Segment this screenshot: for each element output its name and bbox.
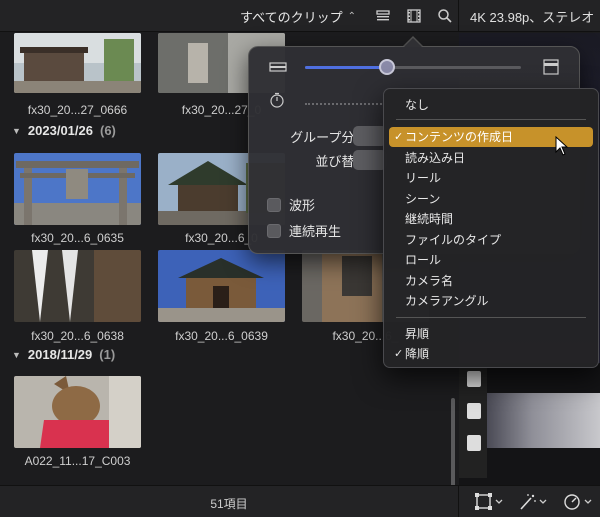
menu-item[interactable]: 継続時間 bbox=[389, 209, 593, 229]
menu-item-label: 継続時間 bbox=[405, 212, 454, 226]
sprocket bbox=[467, 435, 481, 451]
clip-size-slider-fill bbox=[305, 66, 387, 69]
toolbar-divider bbox=[458, 486, 459, 517]
speed-icon[interactable] bbox=[563, 493, 599, 511]
menu-item-label: カメラアングル bbox=[405, 294, 489, 308]
menu-item-label: ファイルのタイプ bbox=[405, 233, 502, 247]
menu-item-label: ロール bbox=[405, 253, 442, 267]
menu-item[interactable]: ロール bbox=[389, 250, 593, 270]
clip-thumbnail[interactable] bbox=[14, 376, 141, 448]
popover-arrow-inner bbox=[404, 38, 422, 47]
menu-item-descending[interactable]: ✓ 降順 bbox=[389, 344, 593, 364]
sort-by-select[interactable] bbox=[353, 150, 387, 170]
bottom-toolbar: 51項目 bbox=[0, 485, 600, 517]
menu-item-label: 降順 bbox=[405, 347, 430, 361]
chevron-updown-icon: ⌃ bbox=[347, 11, 356, 22]
menu-separator bbox=[396, 317, 586, 318]
group-header[interactable]: ▼ 2023/01/26 (6) bbox=[12, 123, 116, 138]
menu-item-label: リール bbox=[405, 171, 442, 185]
menu-item[interactable]: カメラ名 bbox=[389, 271, 593, 291]
browser-scrollbar[interactable] bbox=[451, 398, 455, 485]
clip-appearance-icon[interactable] bbox=[375, 8, 391, 24]
duration-slider-track[interactable] bbox=[305, 103, 385, 105]
clip-name: fx30_20...6_0638 bbox=[31, 329, 124, 343]
clip-thumbnail[interactable] bbox=[14, 153, 141, 225]
clip-thumbnail[interactable] bbox=[158, 250, 285, 322]
waveform-checkbox[interactable]: 波形 bbox=[267, 195, 315, 214]
checkmark-icon: ✓ bbox=[394, 348, 404, 360]
waveform-label: 波形 bbox=[289, 198, 316, 213]
filmstrip-icon[interactable] bbox=[406, 8, 422, 24]
continuous-playback-label: 連続再生 bbox=[289, 224, 342, 239]
checkmark-icon: ✓ bbox=[394, 131, 404, 143]
menu-item[interactable]: リール bbox=[389, 168, 593, 188]
clip-name: fx30_20...27_0666 bbox=[27, 103, 128, 117]
menu-item[interactable]: シーン bbox=[389, 189, 593, 209]
menu-item-ascending[interactable]: 昇順 bbox=[389, 324, 593, 344]
viewer-frame bbox=[487, 393, 600, 448]
group-count: (6) bbox=[100, 123, 116, 138]
group-by-menu: なし ✓ コンテンツの作成日 読み込み日 リール シーン 継続時間 ファイルのタ… bbox=[383, 88, 599, 368]
large-clip-icon bbox=[543, 59, 559, 75]
disclosure-triangle-icon[interactable]: ▼ bbox=[12, 350, 21, 360]
group-date: 2023/01/26 bbox=[27, 123, 93, 138]
group-by-select[interactable] bbox=[353, 126, 387, 146]
group-header[interactable]: ▼ 2018/11/29 (1) bbox=[12, 347, 115, 362]
clip-filter-menu[interactable]: すべてのクリップ ⌃ bbox=[240, 7, 356, 26]
browser-toolbar: すべてのクリップ ⌃ 4K 23.98p、ステレオ bbox=[0, 0, 600, 32]
clip-name: fx30_20...6_0639 bbox=[175, 329, 268, 343]
sprocket bbox=[467, 403, 481, 419]
menu-item[interactable]: なし bbox=[389, 95, 593, 115]
item-count: 51項目 bbox=[210, 497, 248, 511]
menu-item[interactable]: ファイルのタイプ bbox=[389, 230, 593, 250]
clip-size-slider-thumb[interactable] bbox=[379, 59, 395, 75]
menu-separator bbox=[396, 119, 586, 120]
menu-item-label: カメラ名 bbox=[405, 274, 454, 288]
menu-item-label: 読み込み日 bbox=[405, 151, 466, 165]
menu-item-label: シーン bbox=[405, 192, 441, 206]
continuous-playback-checkbox[interactable]: 連続再生 bbox=[267, 221, 341, 240]
viewer-filmstrip bbox=[459, 363, 487, 478]
checkbox-box[interactable] bbox=[267, 223, 281, 238]
magic-wand-icon[interactable] bbox=[518, 493, 548, 511]
clip-thumbnail[interactable] bbox=[14, 33, 141, 93]
toolbar-divider bbox=[458, 0, 459, 32]
transform-icon[interactable] bbox=[474, 493, 504, 511]
small-clip-icon bbox=[269, 62, 287, 72]
mouse-cursor-icon bbox=[555, 136, 569, 156]
sprocket bbox=[467, 371, 481, 387]
search-icon[interactable] bbox=[437, 8, 453, 24]
checkbox-box[interactable] bbox=[267, 197, 281, 212]
clip-name: A022_11...17_C003 bbox=[24, 454, 131, 468]
menu-item-label: 昇順 bbox=[405, 327, 430, 341]
clip-filter-label: すべてのクリップ bbox=[240, 10, 343, 25]
group-count: (1) bbox=[99, 347, 116, 362]
menu-item-label: なし bbox=[405, 98, 430, 112]
group-date: 2018/11/29 bbox=[27, 347, 93, 362]
menu-item[interactable]: カメラアングル bbox=[389, 291, 593, 311]
stopwatch-icon bbox=[270, 92, 284, 108]
clip-name: fx30_20...6_0635 bbox=[31, 231, 124, 245]
disclosure-triangle-icon[interactable]: ▼ bbox=[12, 126, 21, 136]
clip-thumbnail[interactable] bbox=[14, 250, 141, 322]
viewer-format-info: 4K 23.98p、ステレオ bbox=[470, 10, 595, 25]
menu-item-label: コンテンツの作成日 bbox=[405, 130, 514, 144]
